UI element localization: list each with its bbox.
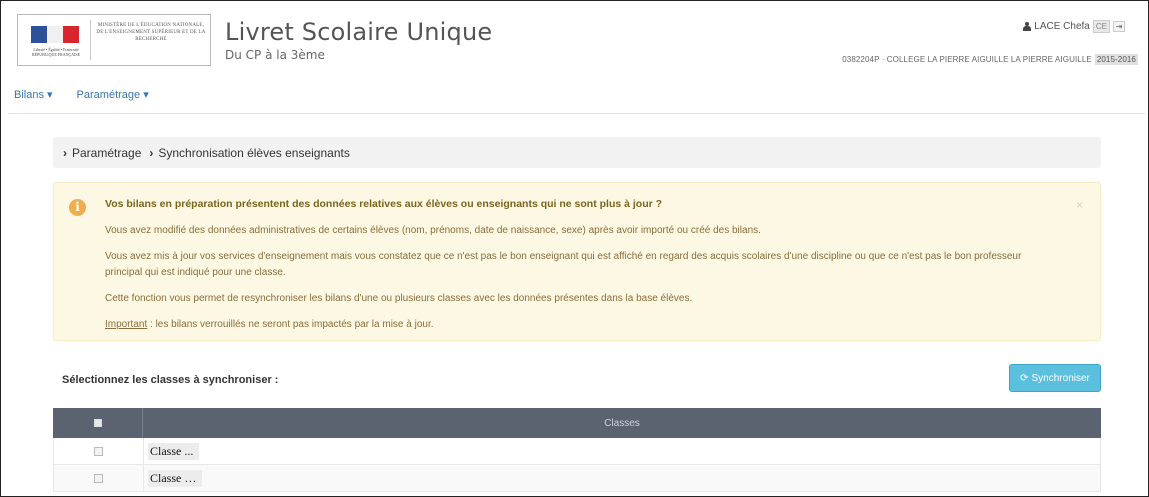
user-name[interactable]: LACE Chefa xyxy=(1034,21,1090,32)
school-year-badge: 2015-2016 xyxy=(1094,54,1138,65)
marianne-logo-icon: Liberté • Égalité • Fraternité RÉPUBLIQU… xyxy=(23,20,91,60)
select-all-checkbox[interactable] xyxy=(93,419,102,427)
nav-bilans[interactable]: Bilans ▾ xyxy=(14,88,53,101)
main-nav: Bilans ▾ Paramétrage ▾ xyxy=(14,88,149,101)
header: Liberté • Égalité • Fraternité RÉPUBLIQU… xyxy=(6,6,1143,80)
class-name: Classe … xyxy=(148,469,203,487)
nav-parametrage[interactable]: Paramétrage ▾ xyxy=(77,88,149,101)
ministry-logo: Liberté • Égalité • Fraternité RÉPUBLIQU… xyxy=(17,14,211,66)
row-checkbox[interactable] xyxy=(94,473,103,483)
chevron-right-icon: › xyxy=(149,145,154,160)
logout-icon[interactable]: ⇥ xyxy=(1113,21,1125,32)
important-label: Important xyxy=(105,319,148,330)
alert-paragraph-4: Important : les bilans verrouillés ne se… xyxy=(105,317,1055,333)
select-classes-title: Sélectionnez les classes à synchroniser … xyxy=(62,374,279,386)
breadcrumb: › Paramétrage › Synchronisation élèves e… xyxy=(53,137,1101,168)
info-icon: i xyxy=(69,199,86,216)
school-info: 0382204P · COLLEGE LA PIERRE AIGUILLE LA… xyxy=(842,54,1138,65)
alert-paragraph-2: Vous avez mis à jour vos services d'ense… xyxy=(105,251,1022,278)
logo-motto: Liberté • Égalité • Fraternité RÉPUBLIQU… xyxy=(31,47,81,57)
school-name: 0382204P · COLLEGE LA PIERRE AIGUILLE LA… xyxy=(842,55,1092,64)
classes-table: Classes Classe ... Classe … xyxy=(53,408,1101,492)
important-text: : les bilans verrouillés ne seront pas i… xyxy=(147,319,434,330)
warning-alert: i × Vos bilans en préparation présentent… xyxy=(53,182,1101,341)
table-header: Classes xyxy=(53,408,1101,438)
table-row: Classe … xyxy=(53,465,1101,492)
user-role-badge: CE xyxy=(1092,20,1110,33)
breadcrumb-item-synchronisation: Synchronisation élèves enseignants xyxy=(158,145,350,160)
user-icon xyxy=(1023,22,1032,31)
column-header-classes: Classes xyxy=(604,417,640,429)
row-checkbox[interactable] xyxy=(94,446,103,456)
ministry-name: MINISTÈRE DE L'ÉDUCATION NATIONALE, DE L… xyxy=(96,23,206,42)
breadcrumb-item-parametrage[interactable]: Paramétrage xyxy=(72,146,141,160)
synchroniser-label: Synchroniser xyxy=(1031,372,1090,384)
alert-paragraph-3: Cette fonction vous permet de resynchron… xyxy=(105,293,693,304)
app-subtitle: Du CP à la 3ème xyxy=(225,48,325,62)
nav-divider xyxy=(8,113,1145,114)
alert-paragraph-1: Vous avez modifié des données administra… xyxy=(105,225,761,236)
alert-heading: Vos bilans en préparation présentent des… xyxy=(105,198,663,210)
synchroniser-button[interactable]: ⟳ Synchroniser xyxy=(1009,364,1101,392)
refresh-icon: ⟳ xyxy=(1020,372,1029,384)
chevron-right-icon: › xyxy=(63,145,67,160)
user-info: LACE Chefa CE ⇥ xyxy=(1023,20,1125,33)
close-icon[interactable]: × xyxy=(1076,198,1083,212)
table-row: Classe ... xyxy=(53,438,1101,465)
app-title: Livret Scolaire Unique xyxy=(225,18,493,46)
class-name: Classe ... xyxy=(148,442,200,460)
